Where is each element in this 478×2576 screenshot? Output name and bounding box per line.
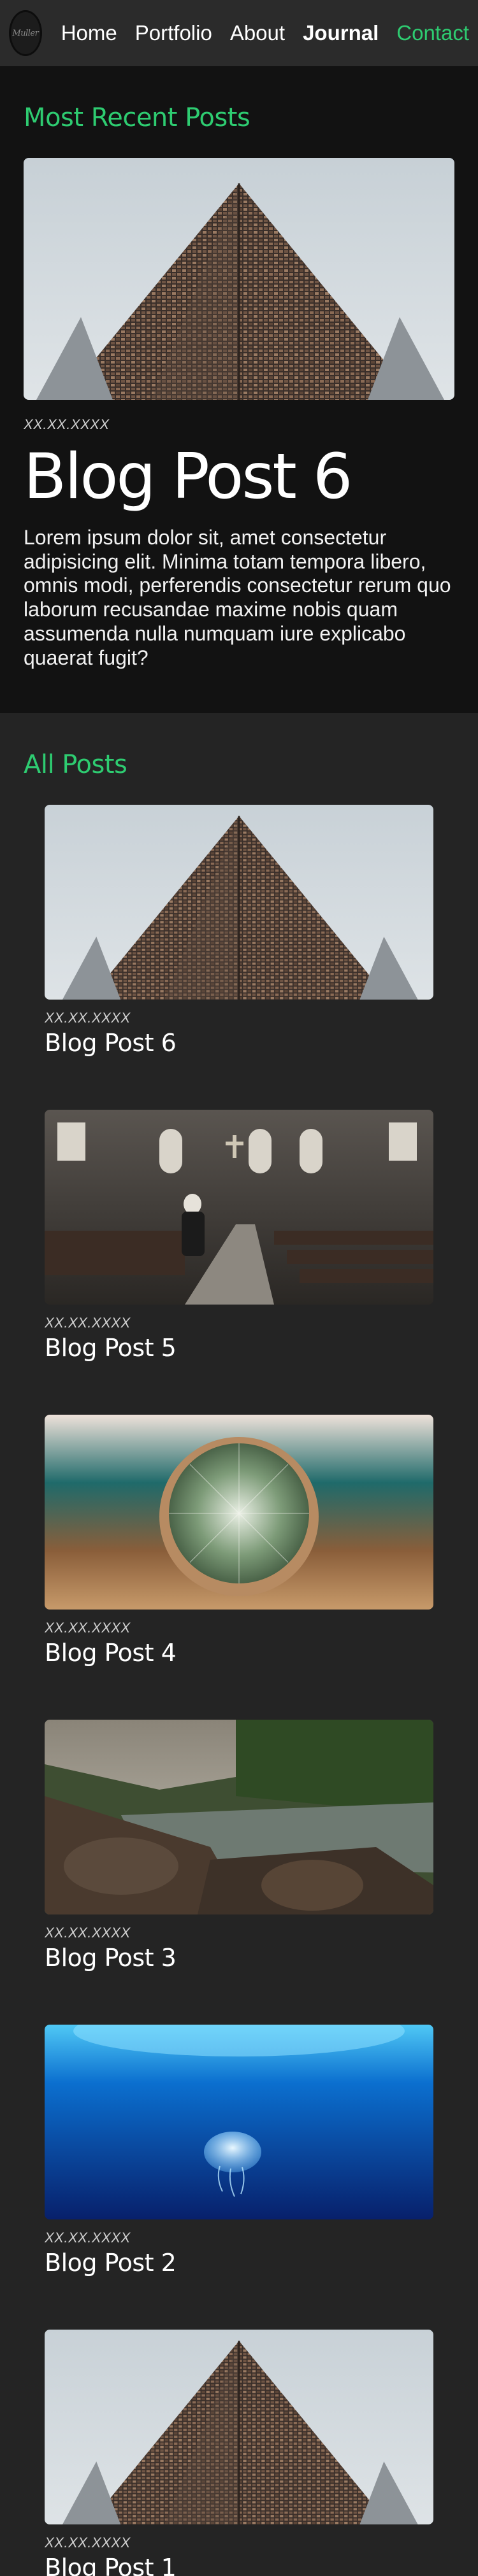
featured-post-image[interactable] — [24, 158, 454, 400]
post-card-image[interactable] — [45, 1110, 433, 1305]
post-card[interactable]: XX.XX.XXXX Blog Post 1 — [45, 2330, 433, 2576]
post-card-title[interactable]: Blog Post 5 — [45, 1334, 433, 1362]
featured-post-date: XX.XX.XXXX — [24, 416, 110, 432]
post-card-date: XX.XX.XXXX — [45, 2535, 131, 2551]
nav-links: Home Portfolio About Journal Contact — [61, 21, 469, 45]
post-card-date: XX.XX.XXXX — [45, 1925, 131, 1941]
all-posts-section: All Posts XX.XX.XXXX Blog Post 6 XX.XX.X… — [0, 713, 478, 2576]
post-card[interactable]: XX.XX.XXXX Blog Post 3 — [45, 1720, 433, 1972]
logo-text: Muller — [12, 28, 39, 38]
featured-post-excerpt: Lorem ipsum dolor sit, amet consectetur … — [24, 525, 451, 669]
most-recent-section: Most Recent Posts XX.XX.XXXX Blog Post 6… — [0, 66, 478, 713]
site-logo[interactable]: Muller — [9, 10, 42, 56]
all-posts-heading: All Posts — [24, 750, 127, 779]
nav-link-portfolio[interactable]: Portfolio — [135, 21, 212, 45]
post-card-image[interactable] — [45, 1720, 433, 1914]
post-card-date: XX.XX.XXXX — [45, 1620, 131, 1636]
post-card[interactable]: XX.XX.XXXX Blog Post 5 — [45, 1110, 433, 1362]
post-card-title[interactable]: Blog Post 1 — [45, 2554, 433, 2576]
post-card-title[interactable]: Blog Post 2 — [45, 2249, 433, 2277]
post-card-title[interactable]: Blog Post 4 — [45, 1639, 433, 1667]
post-card[interactable]: XX.XX.XXXX Blog Post 2 — [45, 2025, 433, 2277]
post-card-image[interactable] — [45, 2330, 433, 2524]
nav-link-contact[interactable]: Contact — [396, 21, 469, 45]
post-card-date: XX.XX.XXXX — [45, 1010, 131, 1026]
post-card-title[interactable]: Blog Post 3 — [45, 1944, 433, 1972]
post-card-image[interactable] — [45, 805, 433, 1000]
nav-link-about[interactable]: About — [230, 21, 285, 45]
most-recent-heading: Most Recent Posts — [24, 103, 250, 132]
post-card-date: XX.XX.XXXX — [45, 2230, 131, 2246]
post-card-image[interactable] — [45, 2025, 433, 2219]
post-card-image[interactable] — [45, 1415, 433, 1610]
top-nav: Muller Home Portfolio About Journal Cont… — [0, 0, 478, 66]
post-card[interactable]: XX.XX.XXXX Blog Post 4 — [45, 1415, 433, 1667]
post-card-title[interactable]: Blog Post 6 — [45, 1029, 433, 1057]
post-card-date: XX.XX.XXXX — [45, 1315, 131, 1331]
featured-post-title[interactable]: Blog Post 6 — [24, 442, 454, 512]
post-card[interactable]: XX.XX.XXXX Blog Post 6 — [45, 805, 433, 1057]
nav-link-home[interactable]: Home — [61, 21, 117, 45]
nav-link-journal[interactable]: Journal — [303, 21, 379, 45]
